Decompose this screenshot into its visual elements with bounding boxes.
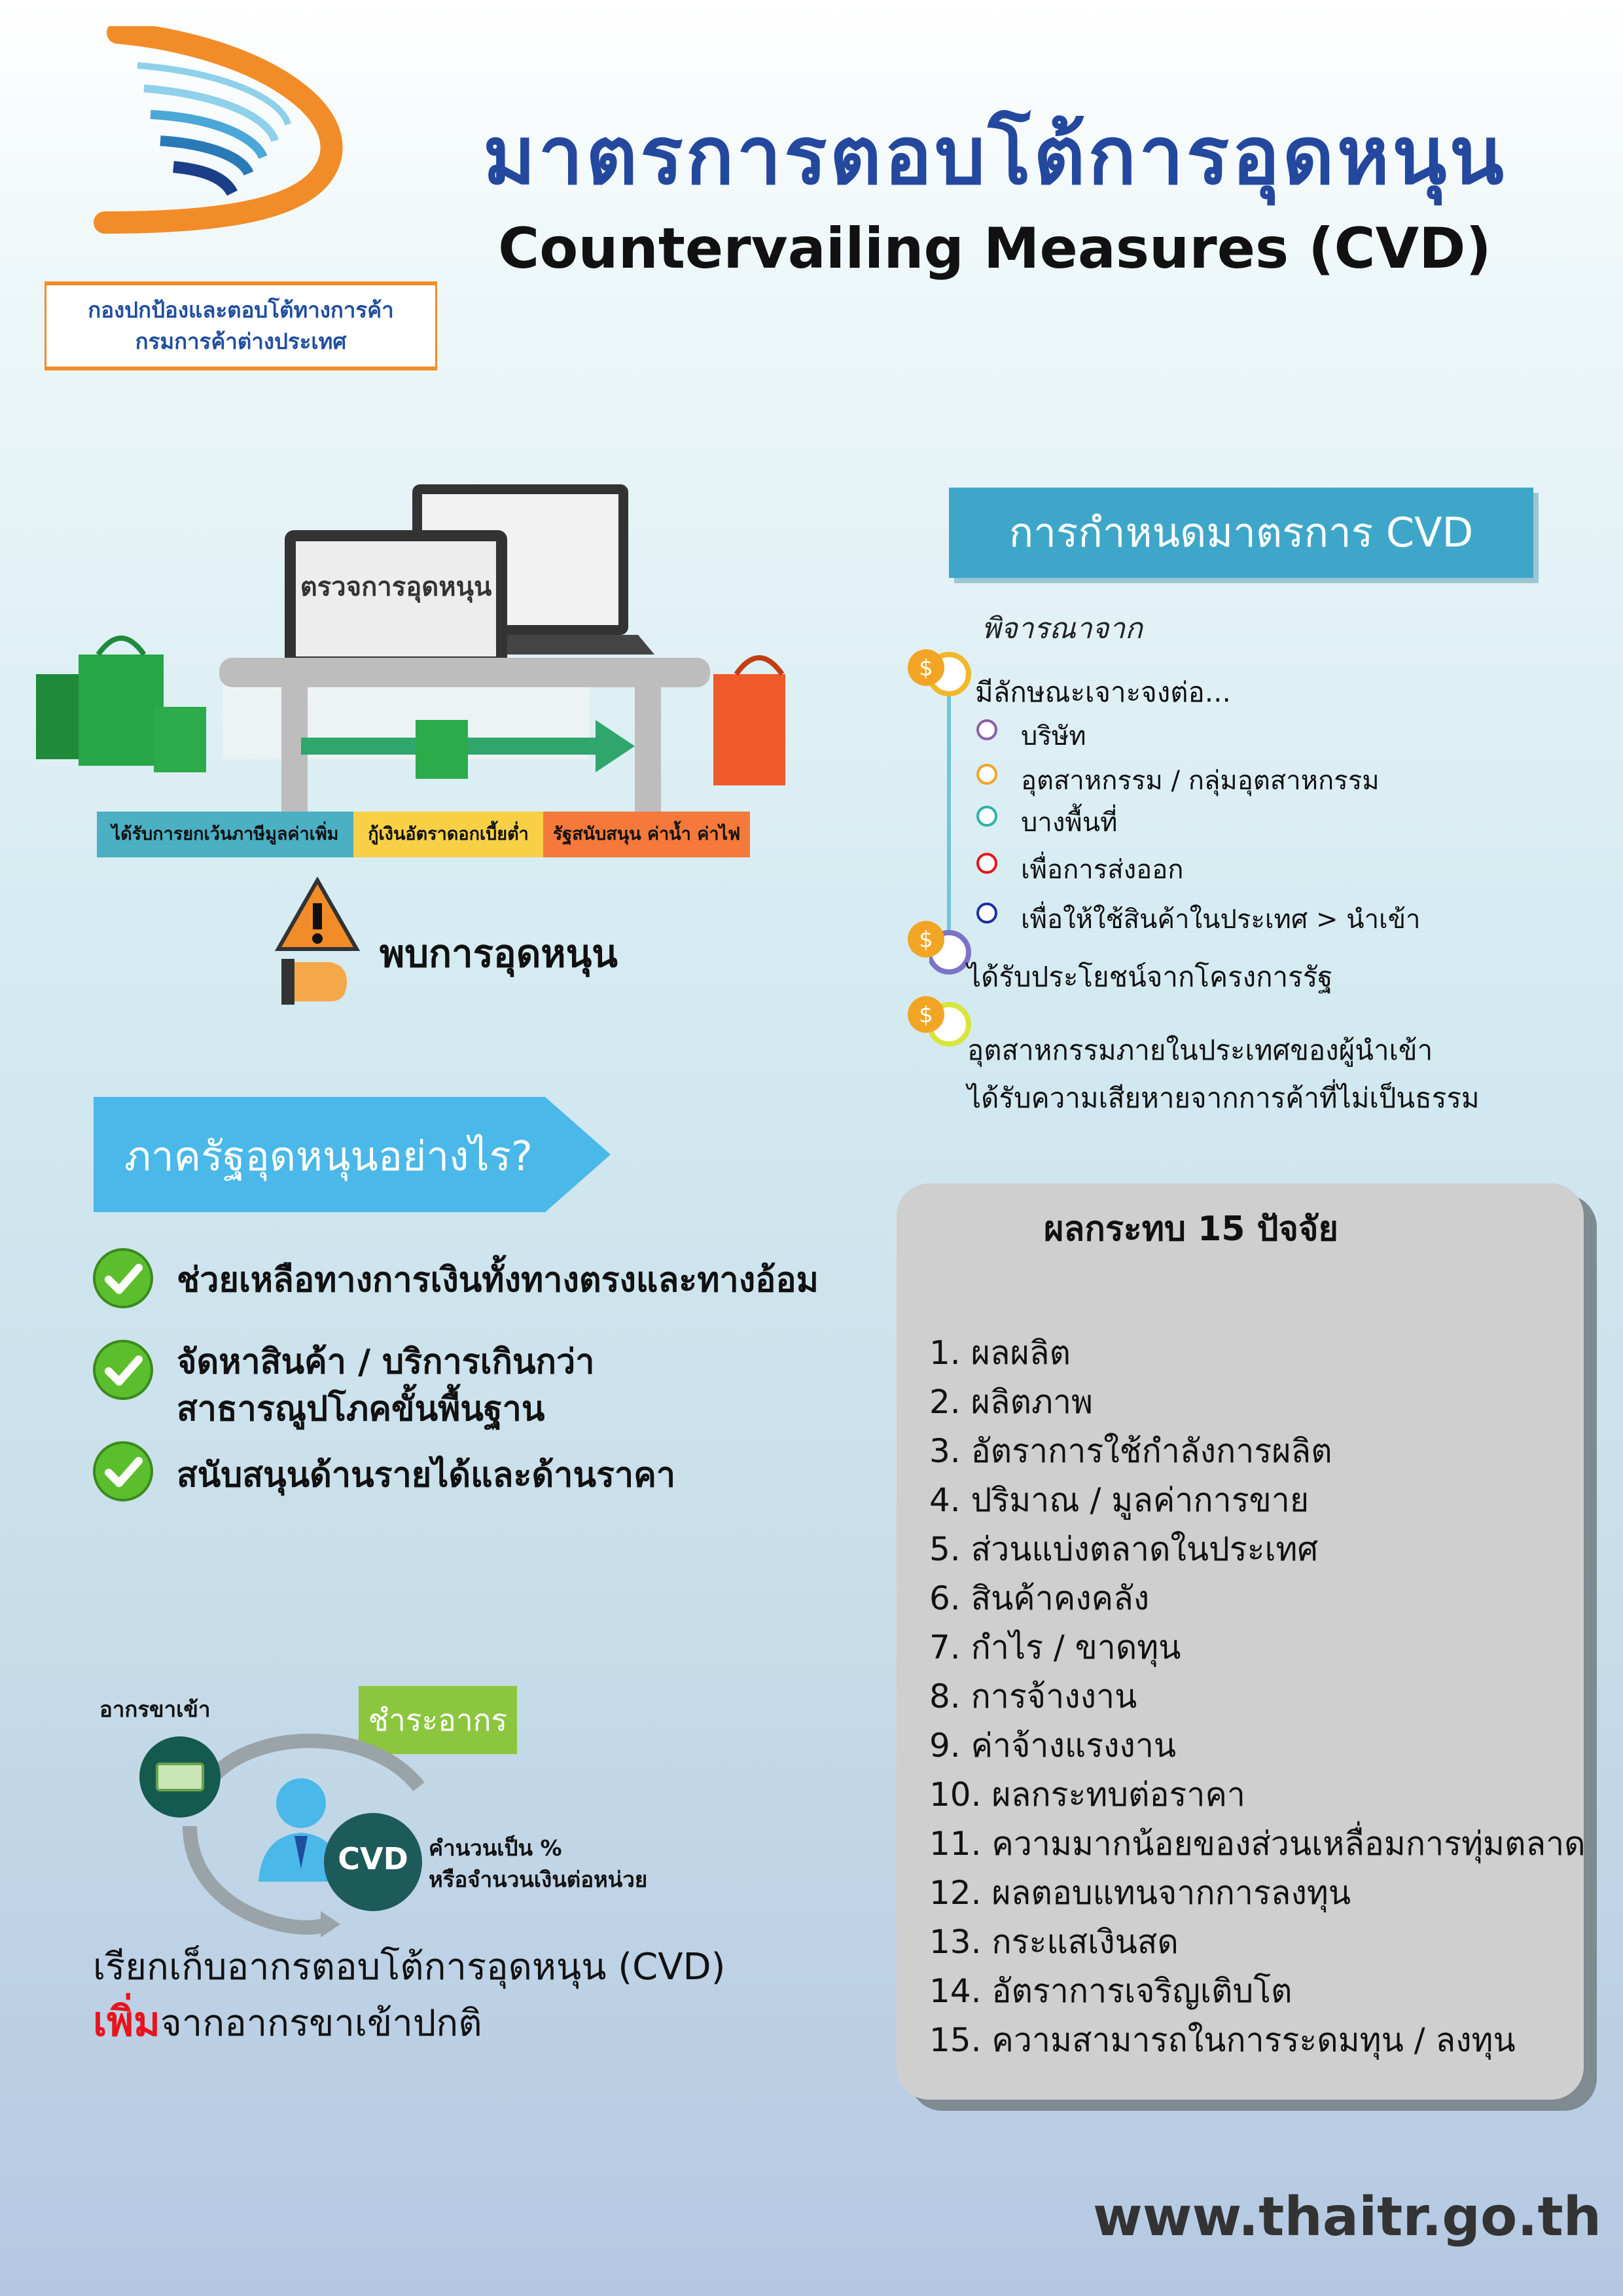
impact-factor-item: 5. ส่วนแบ่งตลาดในประเทศ: [929, 1530, 1319, 1568]
check-icon-3: [93, 1441, 153, 1501]
sub-criterion-area: บางพื้นที่: [1021, 808, 1118, 838]
subsidy-found-label: พบการอุดหนุน: [380, 931, 618, 976]
impact-factor-item: 15. ความสามารถในการระดมทุน / ลงทุน: [929, 2021, 1516, 2059]
subsidy-method-goods-services-line-1: จัดหาสินค้า / บริการเกินกว่า: [177, 1342, 595, 1382]
impact-factors-list: 1. ผลผลิต 2. ผลิตภาพ 3. อัตราการใช้กำลัง…: [929, 1329, 1586, 2065]
cvd-determination-banner: การกำหนดมาตรการ CVD: [949, 488, 1533, 578]
check-icon-2: [93, 1340, 153, 1400]
warning-icon: [275, 877, 360, 1005]
svg-text:$: $: [919, 927, 933, 953]
criterion-injury-line-2: ได้รับความเสียหายจากการค้าที่ไม่เป็นธรรม: [967, 1082, 1480, 1114]
check-icon-1: [93, 1248, 153, 1308]
impact-factor-item: 14. อัตราการเจริญเติบโต: [929, 1972, 1293, 2010]
subsidy-tag-vat-exempt: ได้รับการยกเว้นภาษีมูลค่าเพิ่ม: [97, 812, 353, 857]
svg-text:$: $: [919, 655, 933, 681]
department-name-line-2: กรมการค้าต่างประเทศ: [135, 329, 347, 354]
subsidy-method-financial-aid: ช่วยเหลือทางการเงินทั้งทางตรงและทางอ้อม: [177, 1261, 819, 1300]
criterion-state-benefit: ได้รับประโยชน์จากโครงการรัฐ: [967, 961, 1333, 993]
impact-factor-item: 7. กำไร / ขาดทุน: [929, 1628, 1181, 1666]
subsidy-tag-utilities: รัฐสนับสนุน ค่าน้ำ ค่าไฟ: [543, 812, 750, 857]
criterion-injury-line-1: อุตสาหกรรมภายในประเทศของผู้นำเข้า: [967, 1034, 1433, 1066]
screen-label: ตรวจการอุดหนุน: [300, 572, 492, 603]
infographic-page: กองปกป้องและตอบโต้ทางการค้า กรมการค้าต่า…: [0, 0, 1623, 2296]
import-duty-label: อากรขาเข้า: [99, 1696, 211, 1722]
impact-factor-item: 3. อัตราการใช้กำลังการผลิต: [929, 1432, 1332, 1470]
impact-factor-item: 6. สินค้าคงคลัง: [929, 1579, 1150, 1617]
cvd-badge-icon: CVD: [338, 1841, 408, 1876]
money-bag-icon-2: $: [908, 921, 944, 958]
impact-factor-item: 1. ผลผลิต: [929, 1334, 1071, 1372]
additional-keyword: เพิ่ม: [93, 1998, 160, 2045]
impact-factor-item: 4. ปริมาณ / มูลค่าการขาย: [929, 1481, 1310, 1519]
sub-criteria-dots: [976, 719, 997, 924]
calculation-note-line-2: หรือจำนวนเงินต่อหน่วย: [429, 1867, 648, 1892]
impact-factors-title: ผลกระทบ 15 ปัจจัย: [1044, 1210, 1338, 1249]
government-subsidy-heading: ภาครัฐอุดหนุนอย่างไร?: [124, 1132, 533, 1180]
money-bag-icon-3: $: [908, 996, 944, 1033]
subsidy-method-goods-services-line-2: สาธารณูปโภคขั้นพื้นฐาน: [177, 1390, 545, 1429]
sub-criterion-industry: อุตสาหกรรม / กลุ่มอุตสาหกรรม: [1021, 766, 1380, 796]
department-name-box: กองปกป้องและตอบโต้ทางการค้า กรมการค้าต่า…: [45, 281, 437, 370]
money-bag-icon-1: $: [908, 649, 944, 686]
impact-factor-item: 11. ความมากน้อยของส่วนเหลื่อมการทุ่มตลาด: [929, 1825, 1586, 1863]
page-title-thai: มาตรการตอบโต้การอุดหนุน: [483, 109, 1507, 202]
department-logo-icon: [94, 26, 343, 234]
impact-factor-item: 10. ผลกระทบต่อราคา: [929, 1776, 1245, 1814]
sub-criterion-export: เพื่อการส่งออก: [1021, 855, 1184, 885]
page-title-english: Countervailing Measures (CVD): [498, 216, 1491, 281]
impact-factor-item: 9. ค่าจ้างแรงงาน: [929, 1727, 1177, 1765]
criterion-specificity: มีลักษณะเจาะจงต่อ...: [975, 676, 1231, 708]
additional-rest: จากอากรขาเข้าปกติ: [160, 2002, 482, 2045]
consideration-heading: พิจารณาจาก: [982, 612, 1143, 645]
calculation-note: คำนวนเป็น % หรือจำนวนเงินต่อหน่วย: [429, 1833, 647, 1895]
department-name-line-1: กองปกป้องและตอบโต้ทางการค้า: [88, 297, 394, 323]
svg-text:$: $: [919, 1002, 933, 1028]
impact-factor-item: 2. ผลิตภาพ: [929, 1383, 1093, 1421]
sub-criterion-domestic-goods: เพื่อให้ใช้สินค้าในประเทศ > นำเข้า: [1021, 905, 1421, 935]
impact-factor-item: 12. ผลตอบแทนจากการลงทุน: [929, 1874, 1351, 1912]
sub-criterion-company: บริษัท: [1021, 721, 1086, 751]
subsidy-method-income-price: สนับสนุนด้านรายได้และด้านราคา: [177, 1456, 676, 1495]
cvd-additional-statement: เพิ่มจากอากรขาเข้าปกติ: [93, 1990, 482, 2054]
cvd-collection-statement: เรียกเก็บอากรตอบโต้การอุดหนุน (CVD): [93, 1946, 726, 1988]
cvd-badge-text: CVD: [338, 1841, 408, 1876]
website-link[interactable]: www.thaitr.go.th: [1093, 2186, 1601, 2248]
subsidy-tag-low-interest: กู้เงินอัตราดอกเบี้ยต่ำ: [353, 812, 543, 857]
impact-factor-item: 8. การจ้างงาน: [929, 1677, 1137, 1715]
impact-factor-item: 13. กระแสเงินสด: [929, 1923, 1179, 1961]
calculation-note-line-1: คำนวนเป็น %: [429, 1835, 562, 1861]
